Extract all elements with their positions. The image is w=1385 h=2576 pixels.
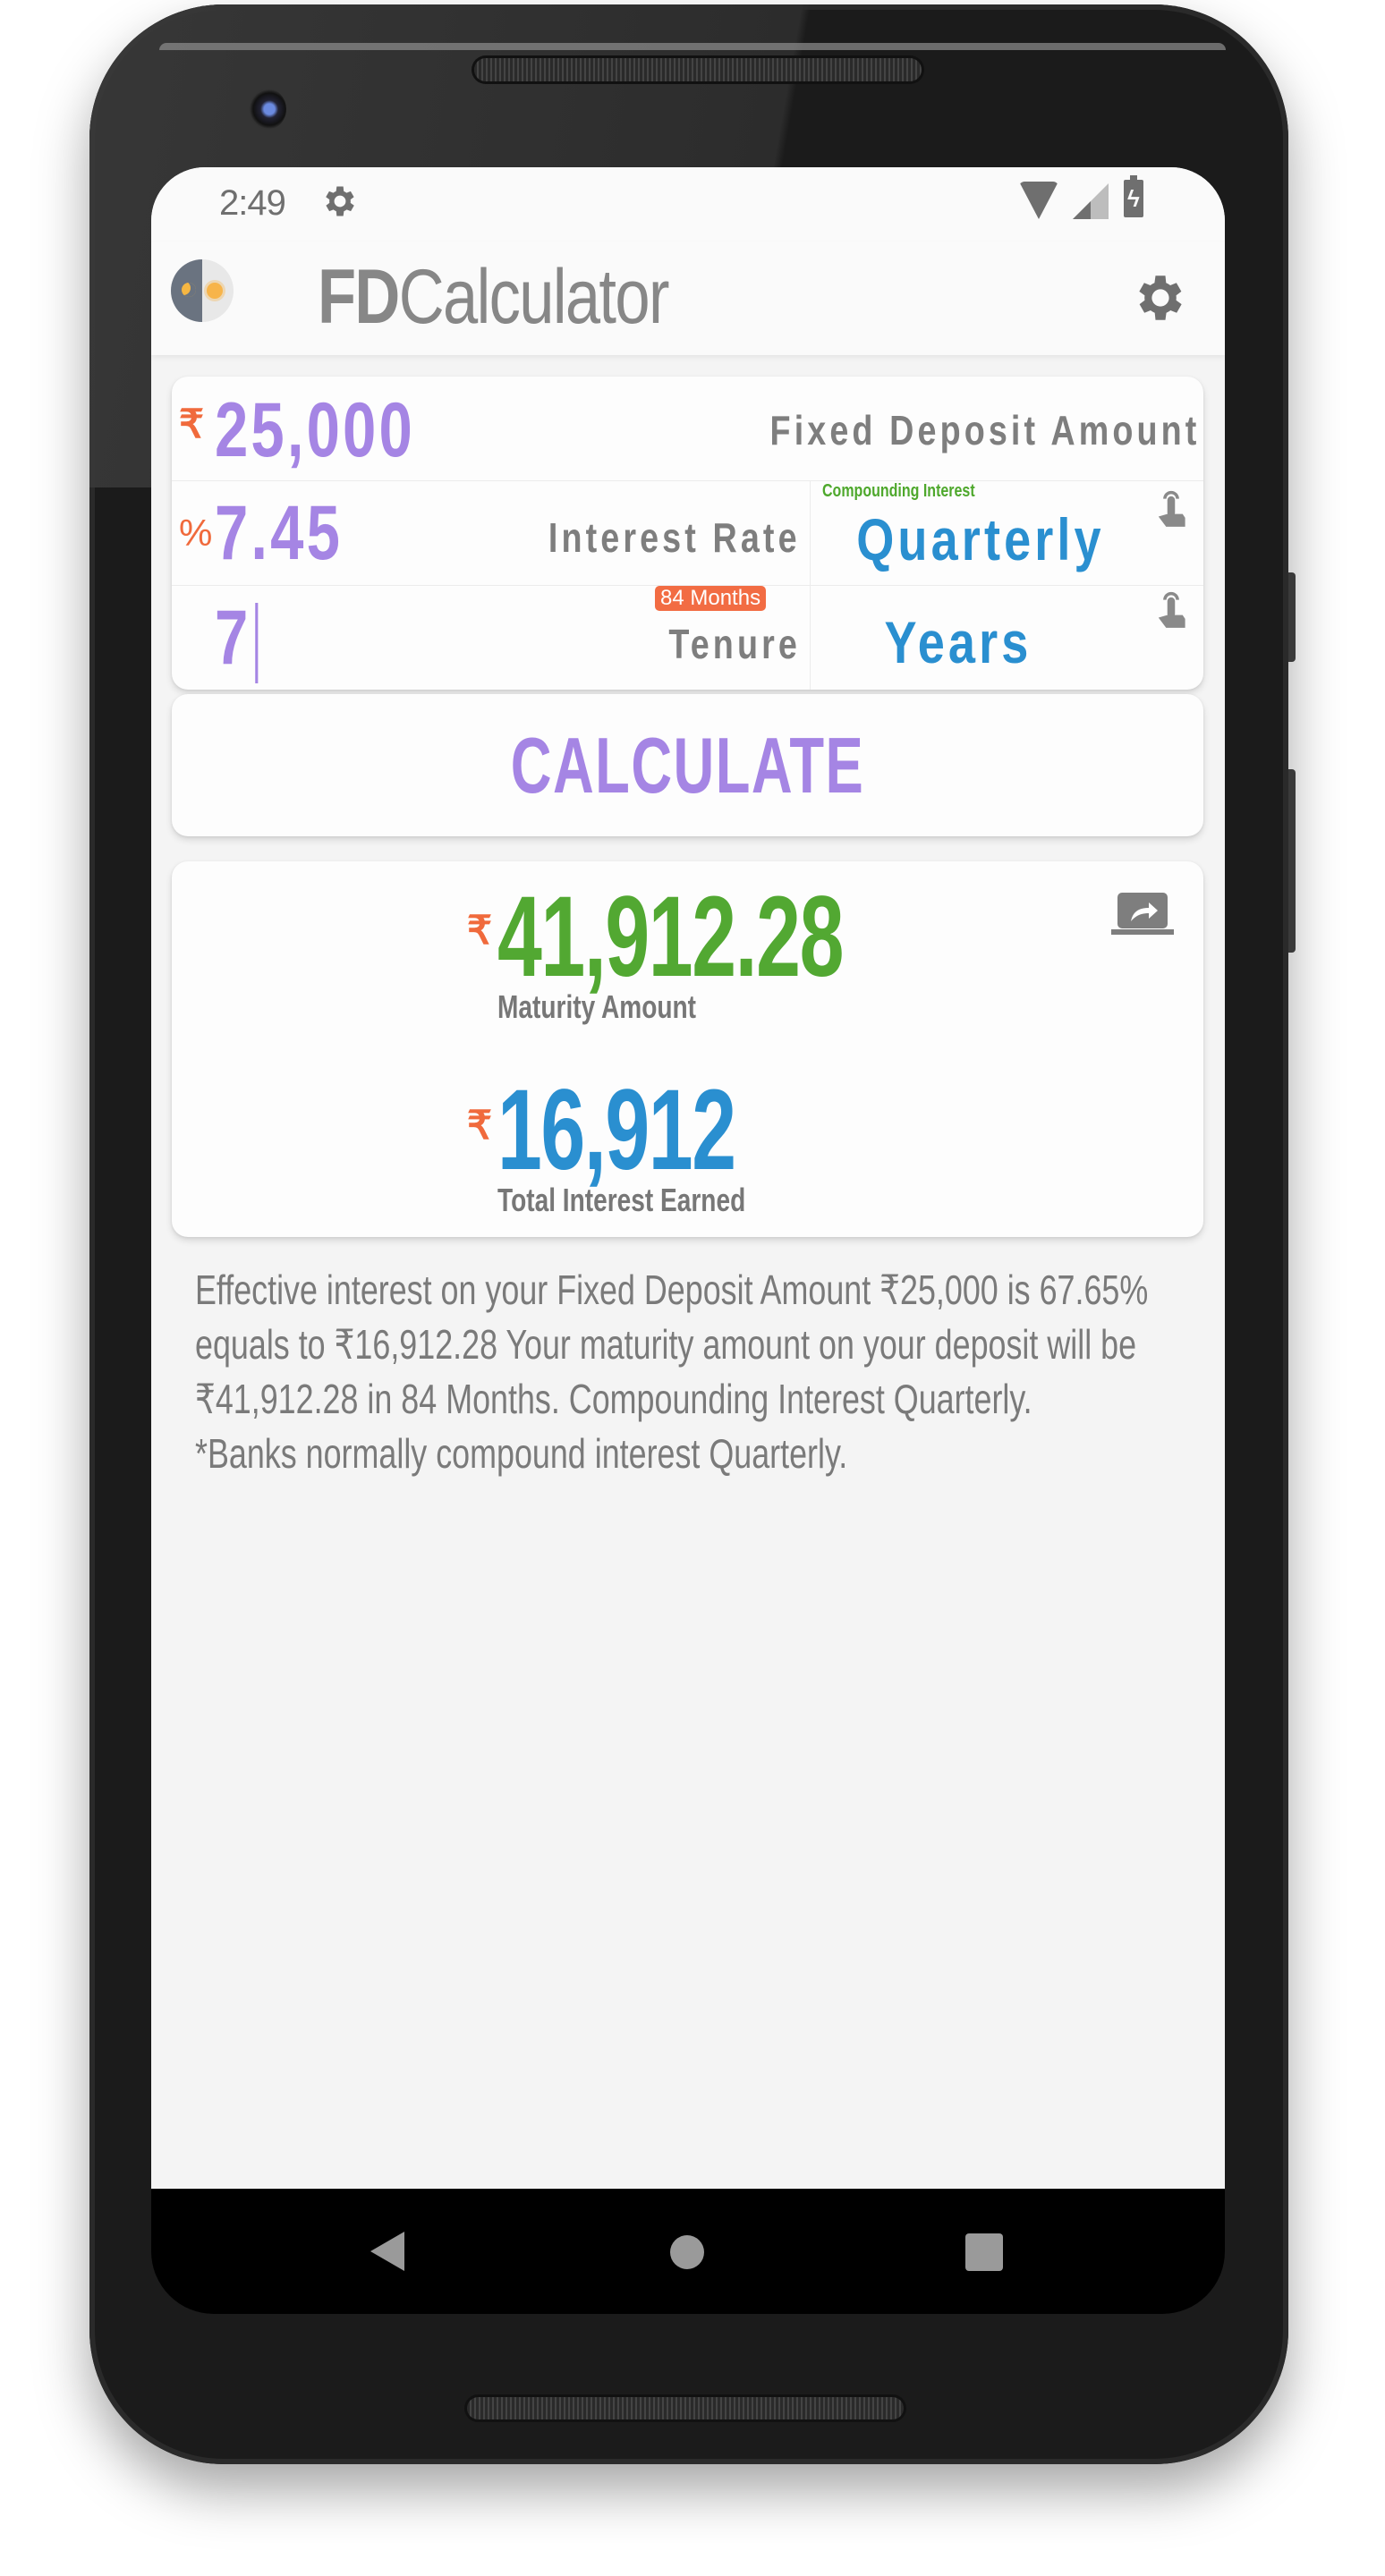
rate-row: % 7.45 Interest Rate Compounding Interes… — [172, 480, 1203, 585]
recents-icon[interactable] — [965, 2233, 1003, 2271]
app-title-rest: Calculator — [398, 254, 670, 340]
rate-label: Interest Rate — [548, 514, 801, 561]
battery-charging-icon: ϟ — [1124, 175, 1143, 217]
status-bar: 2:49 ϟ — [151, 167, 1225, 242]
calculate-label: CALCULATE — [510, 721, 865, 809]
tenure-value: 7 — [215, 595, 251, 681]
amount-row: ₹ 25,000 Fixed Deposit Amount — [172, 377, 1203, 480]
nav-bar — [151, 2189, 1225, 2314]
settings-gear-icon — [326, 186, 354, 216]
rupee-symbol: ₹ — [467, 909, 492, 953]
back-icon[interactable] — [370, 2232, 404, 2271]
compounding-select[interactable]: Quarterly — [841, 508, 1120, 571]
tenure-unit-select[interactable]: Years — [837, 611, 1080, 674]
bezel-highlight — [159, 43, 1226, 50]
maturity-caption: Maturity Amount — [497, 988, 697, 1025]
summary-note: *Banks normally compound interest Quarte… — [195, 1430, 848, 1477]
rate-input[interactable]: 7.45 — [215, 488, 343, 578]
screen-share-icon[interactable] — [1111, 893, 1174, 937]
app-bar: FDCalculator — [151, 242, 1225, 355]
earpiece-speaker — [474, 58, 922, 81]
rupee-symbol: ₹ — [467, 1104, 492, 1148]
app-title: FDCalculator — [318, 252, 670, 342]
months-badge: 84 Months — [655, 586, 767, 611]
text-caret — [255, 603, 259, 684]
tenure-row: 7 84 Months Tenure Years — [172, 585, 1203, 690]
tap-hand-icon[interactable] — [1156, 589, 1186, 631]
interest-caption: Total Interest Earned — [497, 1182, 746, 1218]
tenure-input[interactable]: 7 — [215, 593, 259, 684]
compounding-caption: Compounding Interest — [822, 481, 975, 501]
home-icon[interactable] — [670, 2235, 704, 2269]
column-divider — [810, 481, 811, 690]
tap-hand-icon[interactable] — [1156, 488, 1186, 530]
calculate-button[interactable]: CALCULATE — [172, 694, 1203, 836]
cell-signal-fill — [1073, 201, 1091, 219]
gear-icon[interactable] — [1131, 268, 1190, 327]
summary-text: Effective interest on your Fixed Deposit… — [195, 1263, 1188, 1481]
screen: 2:49 ϟ FDCalculator ₹ 25,000 Fixed Depos… — [151, 167, 1225, 2189]
app-title-bold: FD — [318, 254, 400, 340]
volume-button — [1288, 769, 1296, 953]
summary-paragraph: Effective interest on your Fixed Deposit… — [195, 1267, 1149, 1422]
day-night-icon[interactable] — [171, 259, 234, 322]
maturity-amount: 41,912.28 — [497, 873, 844, 1001]
percent-prefix: % — [179, 512, 213, 554]
results-card: ₹ 41,912.28 Maturity Amount ₹ 16,912 Tot… — [172, 861, 1203, 1237]
interest-amount: 16,912 — [497, 1066, 736, 1194]
amount-label: Fixed Deposit Amount — [769, 407, 1200, 453]
input-card: ₹ 25,000 Fixed Deposit Amount % 7.45 Int… — [172, 377, 1203, 690]
tenure-label: Tenure — [668, 621, 801, 667]
front-camera — [249, 89, 286, 130]
status-time: 2:49 — [219, 183, 286, 223]
bottom-speaker — [467, 2397, 904, 2419]
wifi-icon — [1019, 182, 1058, 219]
power-button — [1288, 572, 1296, 662]
rupee-prefix: ₹ — [179, 402, 204, 446]
amount-input[interactable]: 25,000 — [215, 386, 415, 475]
